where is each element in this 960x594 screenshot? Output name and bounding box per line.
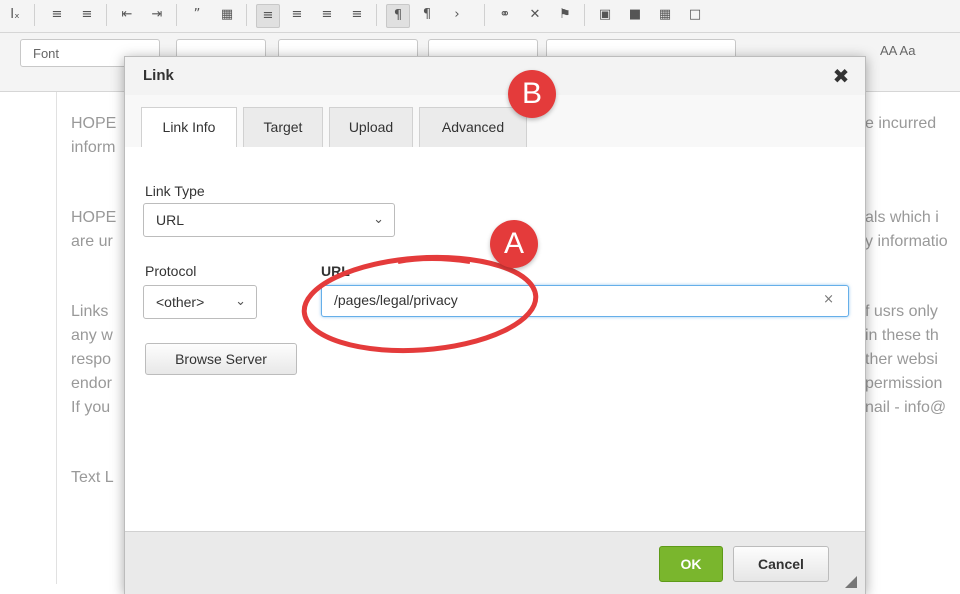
editor-toolbar-row1: Iₓ ≡ ≡ ⇤ ⇥ ” ▦ ≡ ≡ ≡ ≡ ¶ ¶ › ⚭ ✕ ⚑ ▣ ■ ▦… xyxy=(0,0,960,33)
content-line: HOPE xyxy=(71,209,117,226)
image-icon[interactable]: ▣ xyxy=(594,4,616,26)
template-icon[interactable]: □ xyxy=(684,4,706,26)
content-line: nail - info@ xyxy=(865,399,947,416)
clear-format-icon[interactable]: Iₓ xyxy=(4,4,26,26)
numbered-list-icon[interactable]: ≡ xyxy=(46,4,68,26)
content-line: in these th xyxy=(865,327,939,344)
link-dialog: Link ✖ Link Info Target Upload Advanced … xyxy=(124,56,866,594)
clear-icon[interactable]: × xyxy=(823,292,834,307)
align-right-icon[interactable]: ≡ xyxy=(316,4,338,26)
dialog-tabs: Link Info Target Upload Advanced xyxy=(125,95,865,148)
content-line: inform xyxy=(71,139,116,156)
content-line: f usrs only xyxy=(865,303,938,320)
resize-grip-icon[interactable] xyxy=(845,576,857,588)
justify-icon[interactable]: ≡ xyxy=(346,4,368,26)
content-line: permission xyxy=(865,375,943,392)
div-icon[interactable]: ▦ xyxy=(216,4,238,26)
content-line: als which i xyxy=(865,209,939,226)
content-line: are ur xyxy=(71,233,113,250)
tab-target[interactable]: Target xyxy=(243,107,323,147)
annotation-badge-b: B xyxy=(508,70,556,118)
content-line: If you xyxy=(71,399,111,416)
chevron-down-icon: ⌄ xyxy=(235,294,246,309)
align-left-icon[interactable]: ≡ xyxy=(256,4,280,28)
dialog-body: Link Type URL ⌄ Protocol <other> ⌄ URL /… xyxy=(125,147,865,531)
font-case-tools[interactable]: AA Aa xyxy=(880,43,915,58)
content-line: ther websi xyxy=(865,351,938,368)
content-line: any w xyxy=(71,327,113,344)
toolbar-separator xyxy=(246,4,247,26)
toolbar-separator xyxy=(176,4,177,26)
language-icon[interactable]: › xyxy=(446,4,468,26)
increase-indent-icon[interactable]: ⇥ xyxy=(146,4,168,26)
close-icon[interactable]: ✖ xyxy=(829,64,853,88)
content-line: respo xyxy=(71,351,112,368)
url-value: /pages/legal/privacy xyxy=(334,292,458,308)
tab-advanced[interactable]: Advanced xyxy=(419,107,527,147)
protocol-value: <other> xyxy=(156,294,205,310)
link-type-select[interactable]: URL ⌄ xyxy=(143,203,395,237)
content-line: Links xyxy=(71,303,109,320)
blockquote-icon[interactable]: ” xyxy=(186,4,208,26)
unlink-icon[interactable]: ✕ xyxy=(524,4,546,26)
cancel-button[interactable]: Cancel xyxy=(733,546,829,582)
content-line: HOPE xyxy=(71,115,117,132)
chevron-down-icon: ⌄ xyxy=(373,212,384,227)
bullet-list-icon[interactable]: ≡ xyxy=(76,4,98,26)
rtl-icon[interactable]: ¶ xyxy=(416,4,438,26)
protocol-select[interactable]: <other> ⌄ xyxy=(143,285,257,319)
tab-link-info[interactable]: Link Info xyxy=(141,107,237,148)
annotation-badge-a: A xyxy=(490,220,538,268)
dialog-footer: OK Cancel xyxy=(125,531,865,594)
content-line: endor xyxy=(71,375,112,392)
toolbar-separator xyxy=(584,4,585,26)
ltr-icon[interactable]: ¶ xyxy=(386,4,410,28)
content-line: Text L xyxy=(71,469,114,486)
link-icon[interactable]: ⚭ xyxy=(494,4,516,26)
dialog-title: Link xyxy=(143,67,174,84)
toolbar-separator xyxy=(376,4,377,26)
dialog-titlebar[interactable]: Link ✖ xyxy=(125,57,865,96)
decrease-indent-icon[interactable]: ⇤ xyxy=(116,4,138,26)
flash-icon[interactable]: ■ xyxy=(624,4,646,26)
tab-upload[interactable]: Upload xyxy=(329,107,413,147)
url-input[interactable]: /pages/legal/privacy × xyxy=(321,285,849,317)
browse-server-button[interactable]: Browse Server xyxy=(145,343,297,375)
ok-button[interactable]: OK xyxy=(659,546,723,582)
link-type-value: URL xyxy=(156,212,185,228)
content-line: y informatio xyxy=(865,233,948,250)
content-line: e incurred xyxy=(865,115,937,132)
toolbar-separator xyxy=(106,4,107,26)
toolbar-separator xyxy=(34,4,35,26)
protocol-label: Protocol xyxy=(145,263,197,279)
link-type-label: Link Type xyxy=(145,183,205,199)
align-center-icon[interactable]: ≡ xyxy=(286,4,308,26)
anchor-icon[interactable]: ⚑ xyxy=(554,4,576,26)
toolbar-separator xyxy=(484,4,485,26)
url-label: URL xyxy=(321,263,350,279)
table-icon[interactable]: ▦ xyxy=(654,4,676,26)
